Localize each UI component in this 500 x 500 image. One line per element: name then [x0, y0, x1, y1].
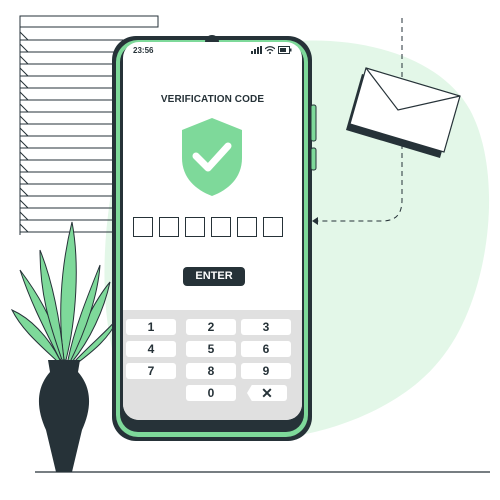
delete-icon: ✕: [261, 385, 273, 401]
keypad-key-1[interactable]: 1: [126, 319, 176, 335]
battery-icon: [278, 46, 292, 54]
status-icons: [251, 46, 292, 54]
keypad-key-3[interactable]: 3: [241, 319, 291, 335]
keypad-key-2[interactable]: 2: [186, 319, 236, 335]
enter-button[interactable]: ENTER: [183, 267, 245, 286]
shield-check-icon: [182, 118, 242, 196]
phone-side-button: [310, 104, 317, 142]
vase: [38, 360, 90, 472]
status-time: 23:56: [133, 46, 154, 55]
verification-illustration: 23:56 VERIFICATION CODE ENTER 1 2 3 4 5 …: [0, 0, 500, 500]
code-digit-box[interactable]: [211, 217, 231, 237]
signal-icon: [251, 46, 262, 54]
keypad-key-5[interactable]: 5: [186, 341, 236, 357]
code-input-row: [133, 217, 296, 239]
page-title: VERIFICATION CODE: [160, 94, 265, 105]
keypad-key-4[interactable]: 4: [126, 341, 176, 357]
wifi-icon: [265, 46, 275, 54]
keypad-key-9[interactable]: 9: [241, 363, 291, 379]
keypad-key-7[interactable]: 7: [126, 363, 176, 379]
code-digit-box[interactable]: [185, 217, 205, 237]
plant-leaves: [10, 221, 119, 365]
code-digit-box[interactable]: [263, 217, 283, 237]
keypad-key-0[interactable]: 0: [186, 385, 236, 401]
phone-screen: 23:56 VERIFICATION CODE ENTER 1 2 3 4 5 …: [123, 42, 302, 420]
code-digit-box[interactable]: [237, 217, 257, 237]
code-digit-box[interactable]: [133, 217, 153, 237]
delete-key[interactable]: ✕: [247, 385, 287, 401]
numeric-keypad: 1 2 3 4 5 6 7 8 9 0 ✕: [123, 310, 302, 420]
keypad-key-6[interactable]: 6: [241, 341, 291, 357]
phone-side-button: [310, 147, 317, 171]
code-digit-box[interactable]: [159, 217, 179, 237]
keypad-key-8[interactable]: 8: [186, 363, 236, 379]
